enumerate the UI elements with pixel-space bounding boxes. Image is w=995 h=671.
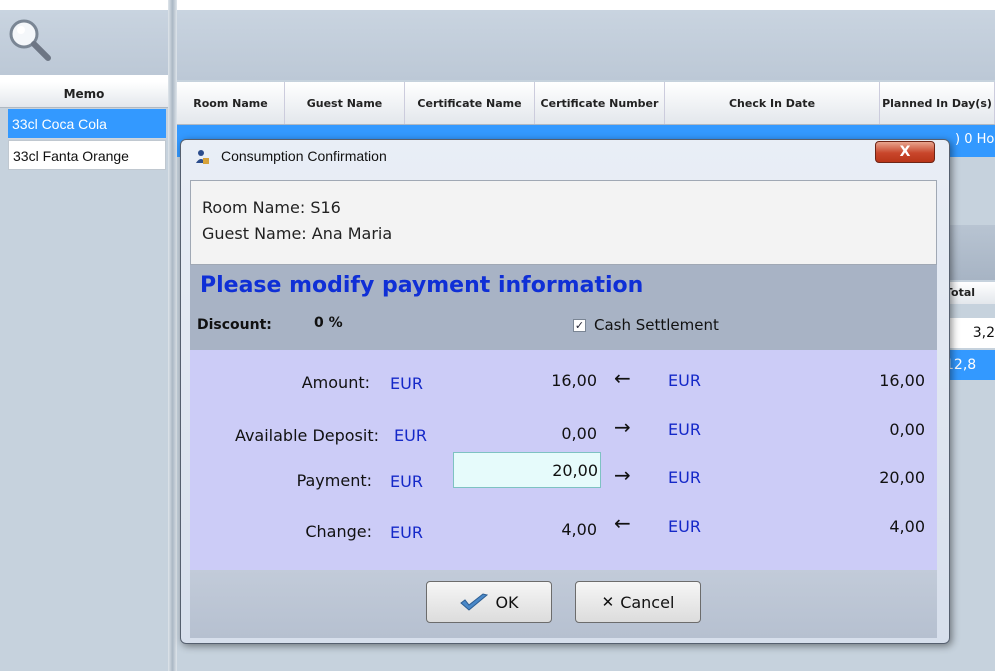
- amount-label: Amount:: [301, 373, 370, 392]
- amount-currency-2: EUR: [668, 371, 701, 390]
- payment-value-2: 20,00: [879, 468, 925, 487]
- column-header-certificate-number[interactable]: Certificate Number: [535, 82, 665, 124]
- close-x-icon: ✕: [601, 593, 615, 611]
- close-icon: X: [899, 144, 911, 160]
- arrow-right-icon: →: [614, 415, 631, 439]
- column-header-room-name[interactable]: Room Name: [177, 82, 285, 124]
- column-header-planned-in-days[interactable]: Planned In Day(s): [880, 82, 995, 124]
- column-header-guest-name[interactable]: Guest Name: [285, 82, 405, 124]
- list-item[interactable]: 33cl Fanta Orange: [8, 140, 166, 170]
- cancel-button[interactable]: ✕ Cancel: [575, 581, 701, 623]
- change-value-2: 4,00: [889, 517, 925, 536]
- discount-label: Discount:: [197, 317, 272, 333]
- amount-value: 16,00: [551, 371, 597, 390]
- splitter[interactable]: [168, 0, 177, 671]
- checkmark-icon: [460, 593, 489, 611]
- guest-name-label: Guest Name: Ana Maria: [202, 224, 393, 243]
- deposit-currency: EUR: [394, 426, 427, 445]
- available-deposit-label: Available Deposit:: [234, 426, 379, 445]
- payment-currency-2: EUR: [668, 468, 701, 487]
- payment-heading: Please modify payment information: [200, 273, 644, 298]
- top-toolbar: [177, 10, 995, 80]
- dialog-title: Consumption Confirmation: [221, 148, 387, 164]
- ok-button[interactable]: OK: [426, 581, 552, 623]
- amount-value-2: 16,00: [879, 371, 925, 390]
- list-item[interactable]: 33cl Coca Cola: [8, 109, 166, 139]
- change-currency: EUR: [390, 523, 423, 542]
- payment-input[interactable]: [453, 452, 601, 488]
- cancel-label: Cancel: [620, 592, 675, 612]
- info-panel: [190, 180, 937, 265]
- dialog-footer: [190, 570, 937, 638]
- amount-currency: EUR: [390, 374, 423, 393]
- change-currency-2: EUR: [668, 517, 701, 536]
- search-icon[interactable]: [4, 16, 56, 64]
- table-cell: ) 0 Ho: [955, 132, 995, 147]
- arrow-left-icon: ←: [614, 366, 631, 390]
- change-value: 4,00: [561, 520, 597, 539]
- room-name-label: Room Name: S16: [202, 198, 341, 217]
- user-icon: [196, 150, 209, 164]
- arrow-right-icon: →: [614, 463, 631, 487]
- cash-settlement-label[interactable]: Cash Settlement: [594, 316, 719, 334]
- arrow-left-icon: ←: [614, 511, 631, 535]
- column-header-certificate-name[interactable]: Certificate Name: [405, 82, 535, 124]
- change-label: Change:: [305, 522, 372, 541]
- payment-label: Payment:: [296, 471, 372, 490]
- memo-column-header[interactable]: Memo: [0, 82, 168, 108]
- column-header-check-in-date[interactable]: Check In Date: [665, 82, 880, 124]
- deposit-value: 0,00: [561, 424, 597, 443]
- close-button[interactable]: X: [875, 141, 935, 163]
- discount-value: 0 %: [314, 315, 343, 331]
- payment-currency: EUR: [390, 472, 423, 491]
- search-toolbar: [0, 10, 168, 75]
- deposit-value-2: 0,00: [889, 420, 925, 439]
- ok-label: OK: [495, 592, 519, 612]
- deposit-currency-2: EUR: [668, 420, 701, 439]
- cash-settlement-checkbox[interactable]: ✓: [573, 319, 586, 332]
